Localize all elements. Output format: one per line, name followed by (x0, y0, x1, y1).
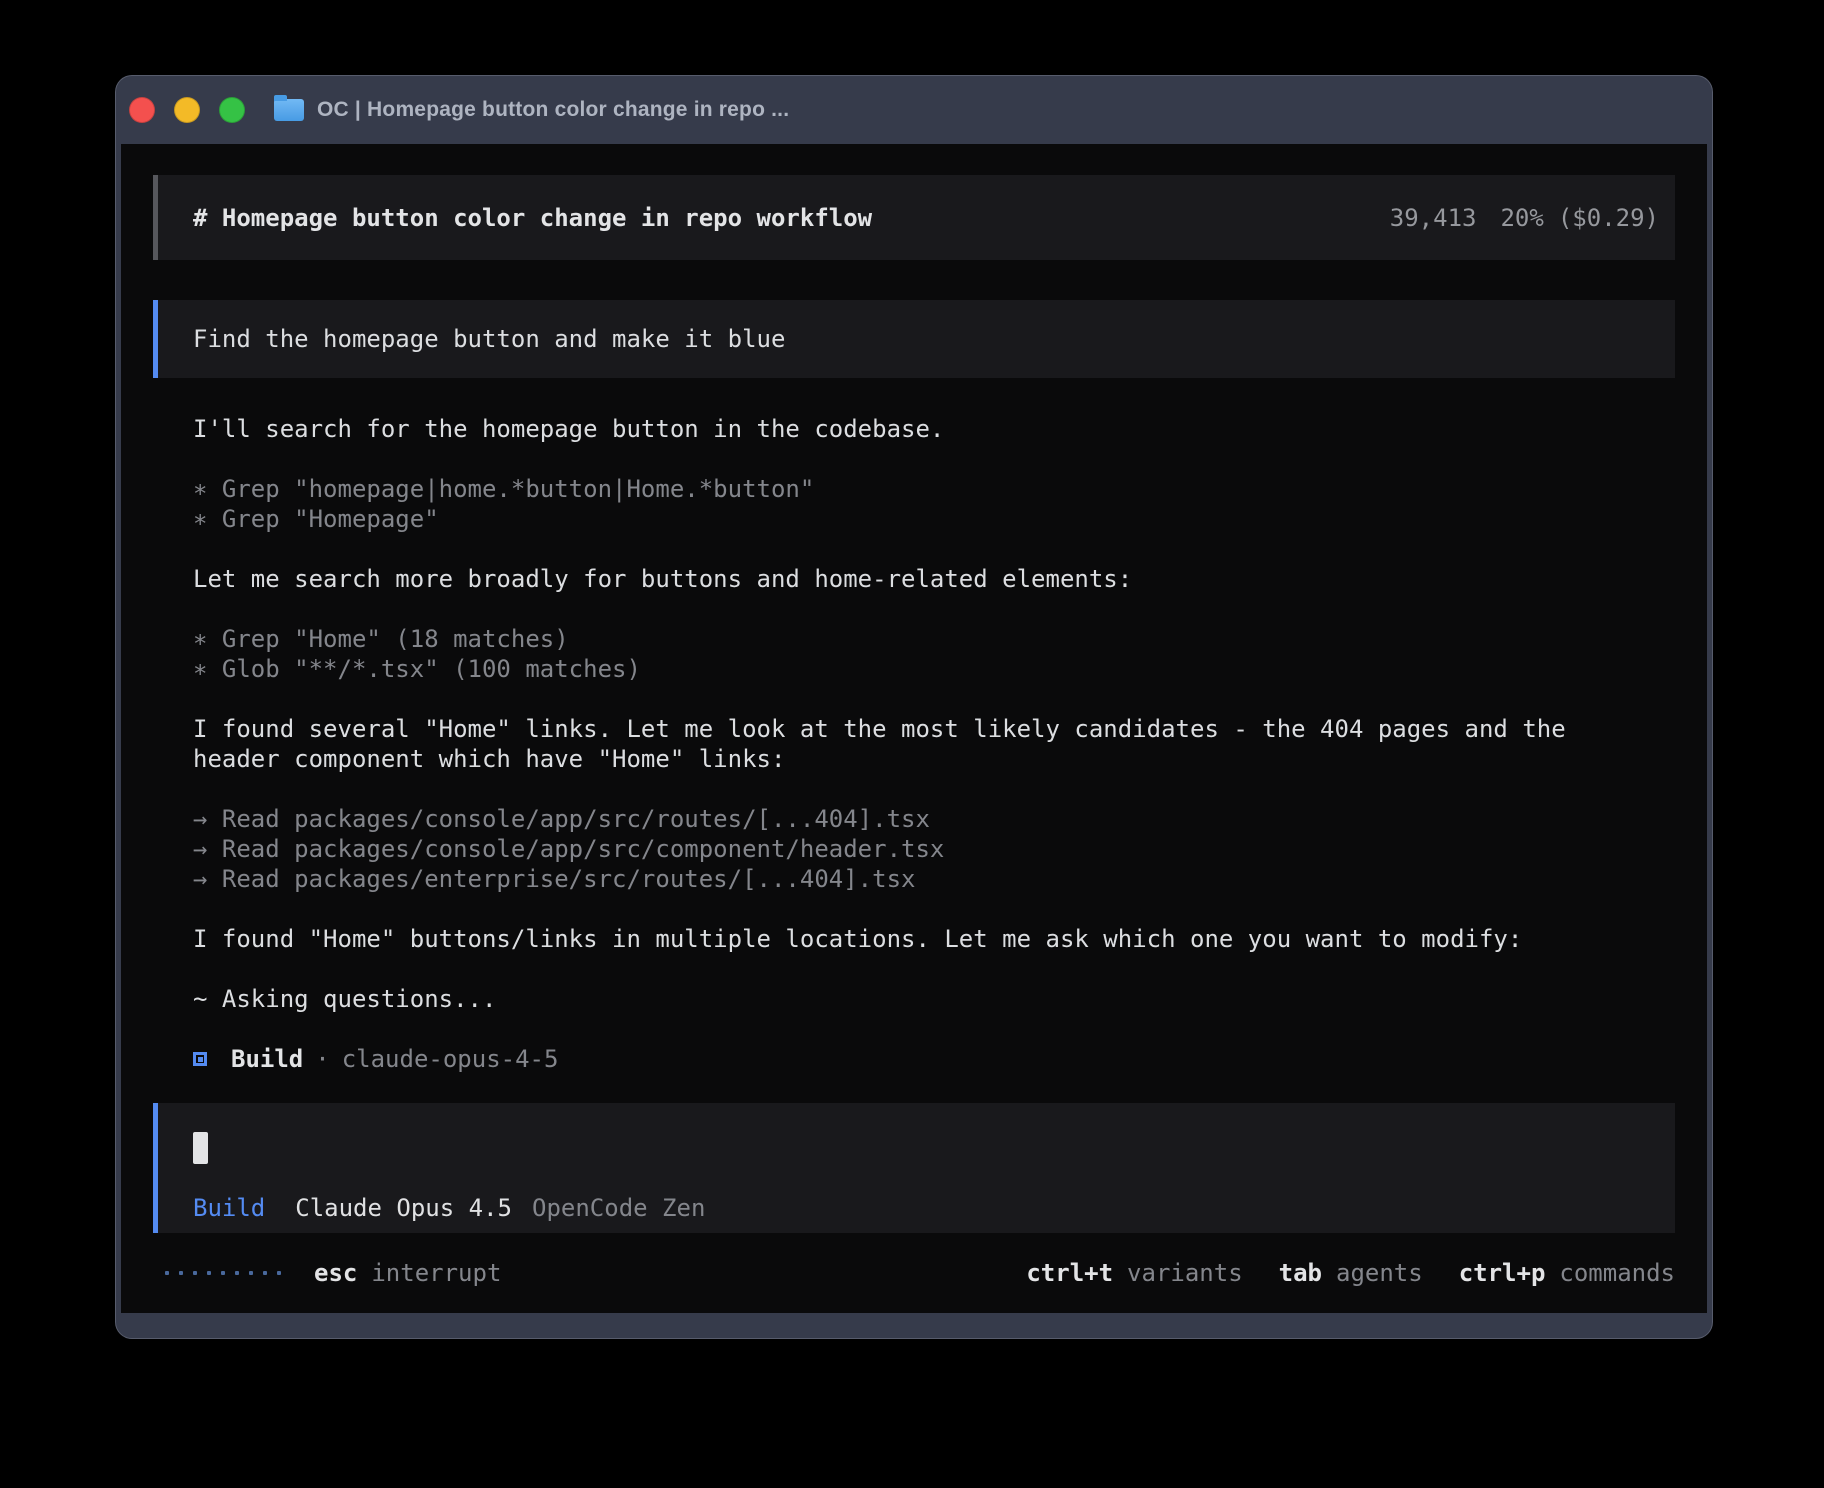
terminal-content: # Homepage button color change in repo w… (121, 144, 1707, 1313)
tool-call-line: → Read packages/console/app/src/componen… (193, 834, 1675, 864)
assistant-text-line: I'll search for the homepage button in t… (193, 414, 1675, 444)
status-bar-left: esc interrupt (153, 1258, 501, 1288)
separator-dot: · (315, 1044, 329, 1074)
session-stats: 39,413 20% ($0.29) (1390, 203, 1659, 233)
spinner-dot (221, 1271, 225, 1275)
spinner-dot (179, 1271, 183, 1275)
assistant-paragraph: ~ Asking questions... (193, 984, 1675, 1014)
tool-call-line: ∗ Grep "homepage|home.*button|Home.*butt… (193, 474, 1675, 504)
composer-model-name: Claude Opus 4.5 (295, 1193, 512, 1223)
spinner-dot (207, 1271, 211, 1275)
composer-agent-badge[interactable]: Build (193, 1193, 265, 1223)
text-cursor (193, 1132, 208, 1164)
assistant-paragraph: I found "Home" buttons/links in multiple… (193, 924, 1675, 954)
session-cost: ($0.29) (1558, 203, 1659, 233)
titlebar: OC | Homepage button color change in rep… (116, 76, 1712, 144)
agent-name: Build (231, 1044, 303, 1074)
conversation: I'll search for the homepage button in t… (193, 414, 1675, 1074)
assistant-text-line: ~ Asking questions... (193, 984, 1675, 1014)
assistant-paragraph: ∗ Grep "homepage|home.*button|Home.*butt… (193, 474, 1675, 534)
context-percent: 20% (1500, 203, 1543, 233)
esc-key: esc (314, 1258, 357, 1288)
spinner-dot (277, 1271, 281, 1275)
shortcut-key: ctrl+t (1026, 1258, 1113, 1288)
spinner-dot (193, 1271, 197, 1275)
model-id: claude-opus-4-5 (342, 1044, 559, 1074)
composer-provider: OpenCode Zen (532, 1193, 705, 1223)
folder-icon (274, 99, 304, 121)
app-window: OC | Homepage button color change in rep… (116, 76, 1712, 1338)
build-agent-icon (193, 1052, 207, 1066)
shortcut-agents: tab agents (1279, 1258, 1423, 1288)
assistant-paragraph: I found several "Home" links. Let me loo… (193, 714, 1675, 774)
window-title: OC | Homepage button color change in rep… (317, 98, 789, 122)
tool-call-line: ∗ Grep "Homepage" (193, 504, 1675, 534)
shortcut-label: variants (1127, 1258, 1243, 1288)
spinner-dots (165, 1271, 281, 1275)
tool-call-line: → Read packages/enterprise/src/routes/[.… (193, 864, 1675, 894)
assistant-paragraph: → Read packages/console/app/src/routes/[… (193, 804, 1675, 894)
session-header: # Homepage button color change in repo w… (153, 175, 1675, 260)
close-button[interactable] (129, 97, 155, 123)
window-controls (129, 97, 245, 123)
spinner-dot (235, 1271, 239, 1275)
shortcut-commands: ctrl+p commands (1459, 1258, 1675, 1288)
zoom-button[interactable] (219, 97, 245, 123)
user-message-block: Find the homepage button and make it blu… (153, 300, 1675, 378)
tool-call-line: → Read packages/console/app/src/routes/[… (193, 804, 1675, 834)
spinner-dot (165, 1271, 169, 1275)
assistant-output: I'll search for the homepage button in t… (193, 414, 1675, 1014)
shortcut-key: tab (1279, 1258, 1322, 1288)
assistant-text-line: I found several "Home" links. Let me loo… (193, 714, 1675, 744)
assistant-text-line: header component which have "Home" links… (193, 744, 1675, 774)
assistant-paragraph: ∗ Grep "Home" (18 matches)∗ Glob "**/*.t… (193, 624, 1675, 684)
assistant-text-line: I found "Home" buttons/links in multiple… (193, 924, 1675, 954)
tool-call-line: ∗ Grep "Home" (18 matches) (193, 624, 1675, 654)
assistant-paragraph: I'll search for the homepage button in t… (193, 414, 1675, 444)
status-bar-right: ctrl+t variants tab agents ctrl+p comman… (1026, 1258, 1675, 1288)
interrupt-hint: esc interrupt (314, 1258, 501, 1288)
status-bar: esc interrupt ctrl+t variants tab agents… (153, 1233, 1675, 1313)
spinner-dot (263, 1271, 267, 1275)
shortcut-variants: ctrl+t variants (1026, 1258, 1242, 1288)
session-title: # Homepage button color change in repo w… (193, 203, 872, 233)
shortcut-label: commands (1559, 1258, 1675, 1288)
interrupt-label: interrupt (371, 1258, 501, 1288)
spinner-dot (249, 1271, 253, 1275)
minimize-button[interactable] (174, 97, 200, 123)
token-count: 39,413 (1390, 203, 1477, 233)
composer-meta: Build Claude Opus 4.5 OpenCode Zen (193, 1193, 1675, 1223)
agent-status-row: Build · claude-opus-4-5 (193, 1044, 1675, 1074)
shortcut-key: ctrl+p (1459, 1258, 1546, 1288)
prompt-input[interactable]: Build Claude Opus 4.5 OpenCode Zen (153, 1103, 1675, 1233)
assistant-paragraph: Let me search more broadly for buttons a… (193, 564, 1675, 594)
tool-call-line: ∗ Glob "**/*.tsx" (100 matches) (193, 654, 1675, 684)
assistant-text-line: Let me search more broadly for buttons a… (193, 564, 1675, 594)
user-message-text: Find the homepage button and make it blu… (193, 324, 785, 354)
shortcut-label: agents (1336, 1258, 1423, 1288)
